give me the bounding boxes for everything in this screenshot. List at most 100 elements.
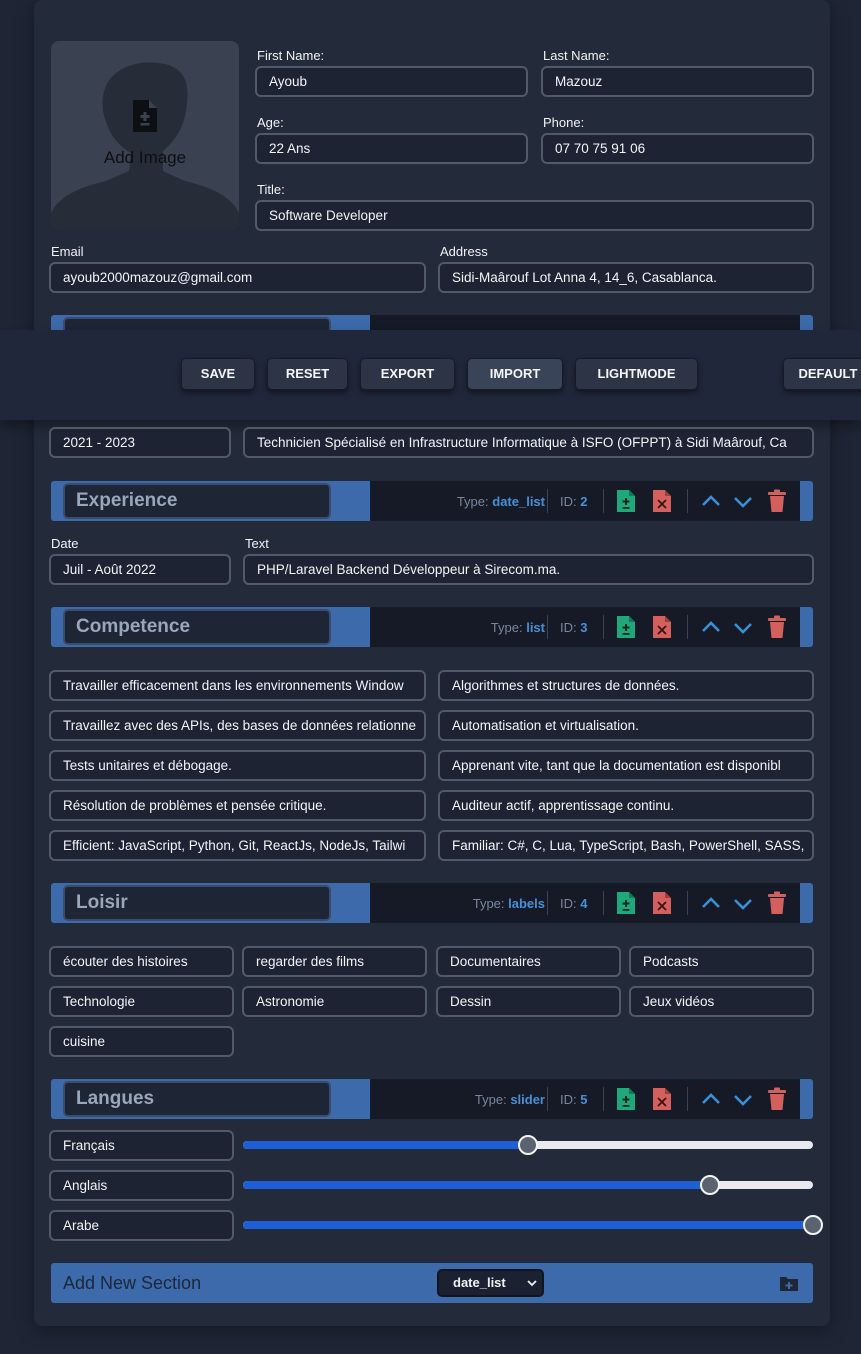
competence-item-input[interactable]: Résolution de problèmes et pensée critiq… (49, 790, 426, 821)
section-type-value: list (526, 620, 545, 635)
section-id-meta: ID: 5 (560, 1092, 587, 1107)
section-title-input[interactable]: Competence (63, 609, 331, 645)
education-text-input[interactable]: Technicien Spécialisé en Infrastructure … (243, 427, 814, 458)
age-input[interactable]: 22 Ans (255, 133, 528, 164)
slider-fill (243, 1141, 528, 1149)
first-name-input[interactable]: Ayoub (255, 66, 528, 97)
default-button[interactable]: DEFAULT (783, 358, 861, 390)
slider-thumb[interactable] (518, 1135, 538, 1155)
language-level-slider[interactable] (243, 1175, 813, 1195)
section-type-meta: Type: list (491, 620, 545, 635)
divider (547, 1087, 548, 1111)
competence-item-input[interactable]: Travaillez avec des APIs, des bases de d… (49, 710, 426, 741)
competence-item-input[interactable]: Travailler efficacement dans les environ… (49, 670, 426, 701)
competence-item-input[interactable]: Automatisation et virtualisation. (438, 710, 814, 741)
loisir-label-input[interactable]: Dessin (436, 986, 621, 1017)
competence-item-input[interactable]: Tests unitaires et débogage. (49, 750, 426, 781)
section-title-input[interactable]: Langues (63, 1081, 331, 1117)
person-silhouette-icon (51, 62, 239, 229)
add-item-icon[interactable] (616, 1087, 638, 1111)
slider-thumb[interactable] (803, 1215, 823, 1235)
education-date-input[interactable]: 2021 - 2023 (49, 427, 231, 458)
move-down-icon[interactable] (732, 615, 754, 639)
add-image-label: Add Image (103, 148, 187, 167)
competence-item-input[interactable]: Algorithmes et structures de données. (438, 670, 814, 701)
email-input[interactable]: ayoub2000mazouz@gmail.com (49, 262, 426, 293)
add-item-icon[interactable] (616, 489, 638, 513)
move-up-icon[interactable] (700, 1087, 722, 1111)
lightmode-button[interactable]: LIGHTMODE (575, 358, 698, 390)
remove-item-icon[interactable] (652, 1087, 674, 1111)
trash-icon[interactable] (766, 891, 788, 915)
file-add-icon[interactable] (131, 98, 159, 134)
section-id-meta: ID: 2 (560, 494, 587, 509)
loisir-label-input[interactable]: écouter des histoires (49, 946, 234, 977)
section-id-value: 2 (580, 494, 588, 509)
add-item-icon[interactable] (616, 615, 638, 639)
section-type-select[interactable]: date_list (437, 1269, 544, 1297)
section-id-value: 3 (580, 620, 588, 635)
remove-item-icon[interactable] (652, 891, 674, 915)
remove-item-icon[interactable] (652, 615, 674, 639)
remove-item-icon[interactable] (652, 489, 674, 513)
section-header-experience: Experience Type: date_list ID: 2 (51, 481, 813, 521)
loisir-label-input[interactable]: Jeux vidéos (629, 986, 814, 1017)
date-label: Date (51, 536, 79, 551)
divider (687, 1087, 688, 1111)
reset-button[interactable]: RESET (267, 358, 348, 390)
competence-item-input[interactable]: Efficient: JavaScript, Python, Git, Reac… (49, 830, 426, 861)
competence-item-input[interactable]: Auditeur actif, apprentissage continu. (438, 790, 814, 821)
experience-text-input[interactable]: PHP/Laravel Backend Développeur à Sireco… (243, 554, 814, 585)
experience-date-input[interactable]: Juil - Août 2022 (49, 554, 231, 585)
loisir-label-input[interactable]: Podcasts (629, 946, 814, 977)
move-down-icon[interactable] (732, 489, 754, 513)
id-prefix: ID: (560, 494, 577, 509)
type-prefix: Type: (472, 896, 505, 911)
section-type-meta: Type: date_list (457, 494, 545, 509)
chevron-down-icon (527, 1280, 537, 1287)
loisir-label-input[interactable]: Documentaires (436, 946, 621, 977)
title-input[interactable]: Software Developer (255, 200, 814, 231)
language-name-input[interactable]: Français (49, 1130, 234, 1161)
address-input[interactable]: Sidi-Maârouf Lot Anna 4, 14_6, Casablanc… (438, 262, 814, 293)
add-section-bar: Add New Section date_list (51, 1263, 813, 1303)
trash-icon[interactable] (766, 1087, 788, 1111)
section-type-value: date_list (492, 494, 545, 509)
move-up-icon[interactable] (700, 489, 722, 513)
language-level-slider[interactable] (243, 1215, 823, 1235)
section-title-input[interactable]: Loisir (63, 885, 331, 921)
trash-icon[interactable] (766, 489, 788, 513)
loisir-label-input[interactable]: Astronomie (242, 986, 427, 1017)
profile-image-dropzone[interactable]: Add Image (51, 41, 239, 229)
trash-icon[interactable] (766, 615, 788, 639)
folder-add-icon[interactable] (779, 1274, 799, 1292)
move-up-icon[interactable] (700, 615, 722, 639)
import-button[interactable]: IMPORT (467, 358, 563, 390)
loisir-label-input[interactable]: regarder des films (242, 946, 427, 977)
save-button[interactable]: SAVE (181, 358, 255, 390)
competence-item-input[interactable]: Apprenant vite, tant que la documentatio… (438, 750, 814, 781)
export-button[interactable]: EXPORT (360, 358, 455, 390)
language-name-input[interactable]: Anglais (49, 1170, 234, 1201)
add-section-label: Add New Section (63, 1273, 202, 1293)
section-id-meta: ID: 3 (560, 620, 587, 635)
move-up-icon[interactable] (700, 891, 722, 915)
language-level-slider[interactable] (243, 1135, 813, 1155)
section-title-input[interactable]: Experience (63, 483, 331, 519)
age-label: Age: (257, 115, 284, 130)
type-prefix: Type: (456, 494, 489, 509)
section-type-value: date_list (453, 1275, 506, 1290)
divider (603, 615, 604, 639)
title-label: Title: (257, 182, 285, 197)
last-name-input[interactable]: Mazouz (541, 66, 814, 97)
loisir-label-input[interactable]: cuisine (49, 1026, 234, 1057)
competence-item-input[interactable]: Familiar: C#, C, Lua, TypeScript, Bash, … (438, 830, 814, 861)
phone-input[interactable]: 07 70 75 91 06 (541, 133, 814, 164)
move-down-icon[interactable] (732, 1087, 754, 1111)
loisir-label-input[interactable]: Technologie (49, 986, 234, 1017)
section-type-value: labels (508, 896, 545, 911)
section-tools: Type: list ID: 3 (370, 607, 800, 647)
language-name-input[interactable]: Arabe (49, 1210, 234, 1241)
add-item-icon[interactable] (616, 891, 638, 915)
move-down-icon[interactable] (732, 891, 754, 915)
